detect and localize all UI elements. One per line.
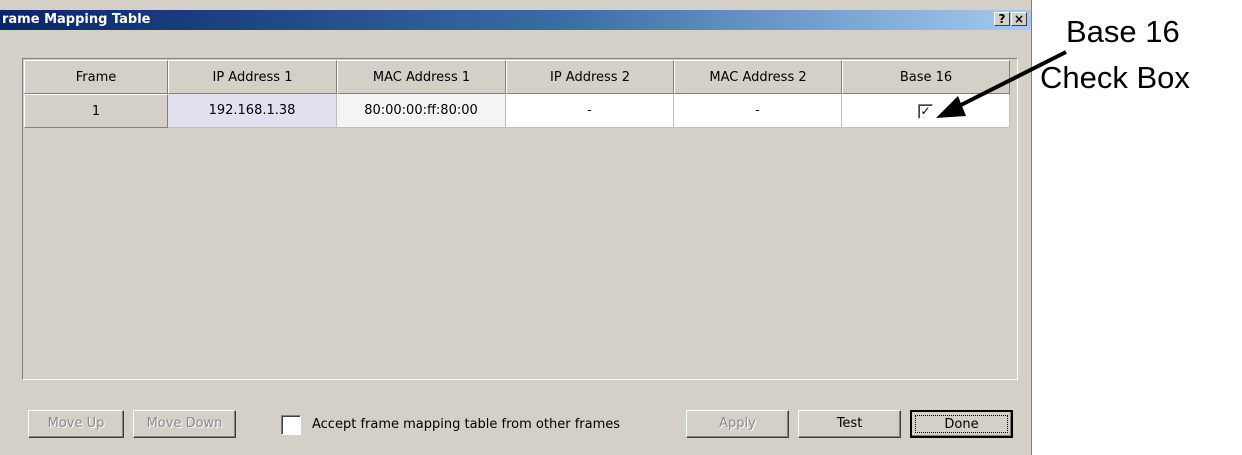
arrow-head [936, 96, 966, 118]
annotation-arrow [936, 50, 1067, 118]
arrow-line [954, 50, 1067, 110]
